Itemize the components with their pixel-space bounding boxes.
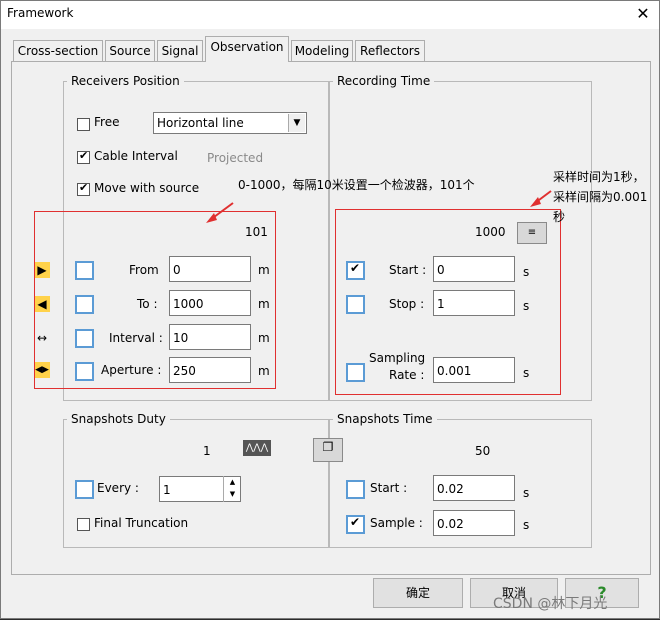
window-title: Framework	[7, 6, 74, 20]
annotation-recording-3: 秒	[553, 210, 566, 224]
framework-dialog: Framework ✕ Cross-section Source Signal …	[0, 0, 660, 619]
final-truncation-checkbox[interactable]	[77, 518, 90, 531]
receivers-title: Receivers Position	[67, 74, 184, 88]
every-label: Every :	[97, 481, 139, 495]
every-checkbox[interactable]	[75, 480, 94, 499]
layout-select-value: Horizontal line	[157, 116, 244, 130]
annotation-recording-1: 采样时间为1秒，	[553, 170, 645, 184]
snapshots-duty-title: Snapshots Duty	[67, 412, 170, 426]
final-truncation-label: Final Truncation	[94, 516, 189, 530]
watermark: CSDN @林下月光	[493, 596, 608, 612]
tab-source[interactable]: Source	[105, 40, 155, 61]
move-with-source-checkbox[interactable]	[77, 181, 90, 196]
annotation-receivers: 0-1000，每隔10米设置一个检波器，101个	[238, 178, 475, 192]
snap-sample-input[interactable]: 0.02	[433, 510, 515, 536]
snap-start-unit: s	[523, 486, 530, 500]
spin-down-icon[interactable]: ▼	[224, 488, 241, 500]
projected-label: Projected	[207, 151, 264, 165]
zigzag-icon[interactable]: ⋀⋀⋀	[243, 440, 271, 456]
snap-sample-label: Sample :	[370, 516, 423, 530]
cable-interval-label: Cable Interval	[94, 149, 178, 163]
tab-modeling[interactable]: Modeling	[291, 40, 353, 61]
close-icon[interactable]: ✕	[631, 3, 655, 25]
ok-button[interactable]: 确定	[373, 578, 463, 608]
snap-sample-unit: s	[523, 518, 530, 532]
recording-highlight-box	[335, 209, 561, 395]
snapshots-time-count: 50	[475, 444, 491, 458]
every-spinner[interactable]: ▲ ▼	[223, 476, 241, 502]
snap-start-input[interactable]: 0.02	[433, 475, 515, 501]
tab-reflectors[interactable]: Reflectors	[355, 40, 425, 61]
spin-up-icon[interactable]: ▲	[224, 476, 241, 488]
snapshots-time-title: Snapshots Time	[333, 412, 437, 426]
move-with-source-label: Move with source	[94, 181, 200, 195]
annotation-recording-2: 采样间隔为0.001	[553, 190, 648, 204]
cable-interval-checkbox[interactable]	[77, 149, 90, 164]
tab-observation[interactable]: Observation	[205, 36, 289, 62]
title-bar: Framework ✕	[1, 1, 659, 29]
receivers-highlight-box	[34, 211, 276, 389]
snapshots-duty-count: 1	[203, 444, 211, 458]
tab-cross-section[interactable]: Cross-section	[13, 40, 103, 61]
layout-select[interactable]: Horizontal line ▼	[153, 112, 307, 134]
stack-icon[interactable]: ❐	[313, 438, 343, 462]
tab-signal[interactable]: Signal	[157, 40, 203, 61]
snap-start-label: Start :	[370, 481, 408, 495]
recording-title: Recording Time	[333, 74, 435, 88]
chevron-down-icon[interactable]: ▼	[288, 114, 305, 132]
free-label: Free	[94, 115, 120, 129]
snap-start-checkbox[interactable]	[346, 480, 365, 499]
free-checkbox[interactable]	[77, 118, 90, 131]
snap-sample-checkbox[interactable]	[346, 515, 365, 534]
